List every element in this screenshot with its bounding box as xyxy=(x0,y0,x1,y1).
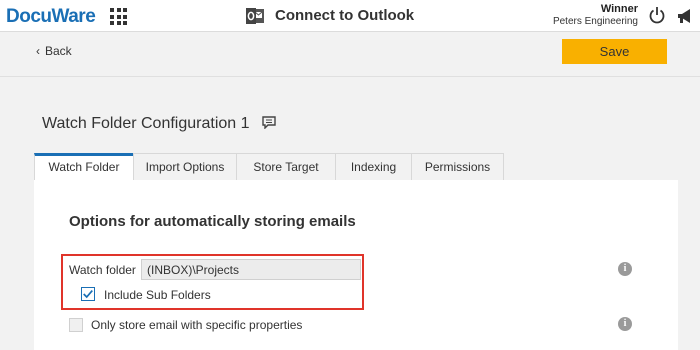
megaphone-icon[interactable] xyxy=(675,6,695,26)
tab-permissions[interactable]: Permissions xyxy=(411,153,504,180)
include-sub-folders-label: Include Sub Folders xyxy=(104,288,211,302)
divider xyxy=(0,76,700,77)
outlook-icon xyxy=(246,8,264,24)
comment-icon[interactable] xyxy=(262,116,276,129)
include-sub-folders-checkbox[interactable] xyxy=(81,287,95,301)
docuware-logo[interactable]: DocuWare xyxy=(6,6,96,28)
chevron-left-icon: ‹ xyxy=(36,44,40,58)
apps-grid-icon[interactable] xyxy=(110,8,127,25)
top-bar: DocuWare Connect to Outlook Winner Peter… xyxy=(0,0,700,32)
page-title: Watch Folder Configuration 1 xyxy=(42,115,250,132)
section-title: Options for automatically storing emails xyxy=(69,213,356,230)
specific-properties-label: Only store email with specific propertie… xyxy=(91,318,303,332)
watch-folder-input[interactable] xyxy=(141,259,361,280)
back-button[interactable]: ‹ Back xyxy=(36,44,72,58)
checkmark-icon xyxy=(83,290,93,299)
info-icon[interactable]: i xyxy=(618,317,632,331)
specific-properties-checkbox[interactable] xyxy=(69,318,83,332)
info-icon[interactable]: i xyxy=(618,262,632,276)
power-icon[interactable] xyxy=(647,5,667,25)
watch-folder-label: Watch folder xyxy=(69,263,136,277)
tab-bar: Watch Folder Import Options Store Target… xyxy=(34,153,504,180)
save-button[interactable]: Save xyxy=(562,39,667,64)
back-label: Back xyxy=(45,44,72,58)
tab-store-target[interactable]: Store Target xyxy=(236,153,336,180)
app-title: Connect to Outlook xyxy=(275,7,415,24)
tab-import-options[interactable]: Import Options xyxy=(133,153,237,180)
tab-watch-folder[interactable]: Watch Folder xyxy=(34,153,134,180)
tab-indexing[interactable]: Indexing xyxy=(335,153,412,180)
user-name[interactable]: Winner xyxy=(601,3,638,15)
organization-name[interactable]: Peters Engineering xyxy=(553,16,638,27)
